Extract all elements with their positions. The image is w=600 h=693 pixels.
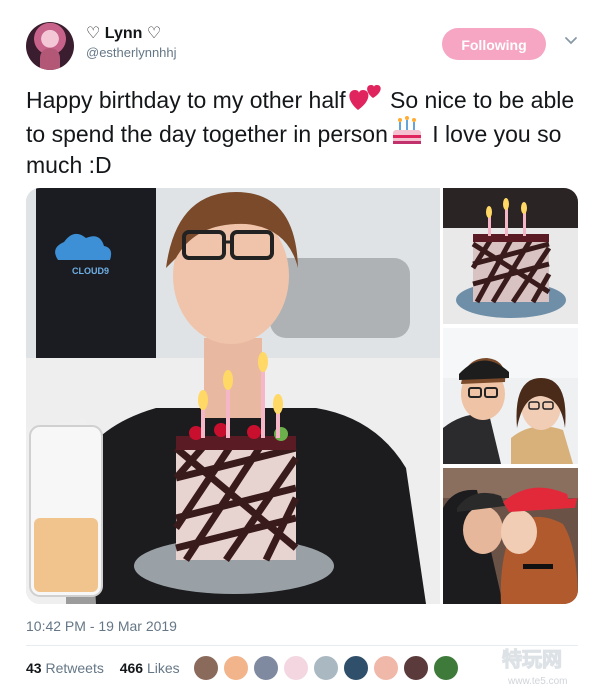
liker-avatar[interactable] bbox=[223, 655, 249, 681]
retweets-stat[interactable]: 43 Retweets bbox=[26, 660, 104, 676]
following-button[interactable]: Following bbox=[442, 28, 546, 60]
stats-divider bbox=[26, 645, 578, 646]
liker-avatar[interactable] bbox=[313, 655, 339, 681]
two-hearts-emoji-icon bbox=[348, 85, 381, 110]
birthday-photo: CLOUD9 bbox=[26, 188, 440, 604]
author-block[interactable]: ♡ Lynn ♡ @estherlynnhhj bbox=[86, 24, 177, 62]
liker-avatar[interactable] bbox=[193, 655, 219, 681]
tweet-text-part-1: Happy birthday to my other half bbox=[26, 87, 346, 113]
photo-main[interactable]: CLOUD9 bbox=[26, 188, 440, 604]
user-handle[interactable]: @estherlynnhhj bbox=[86, 44, 177, 62]
jersey-text: CLOUD9 bbox=[72, 266, 109, 276]
display-name[interactable]: ♡ Lynn ♡ bbox=[86, 24, 177, 44]
avatar[interactable] bbox=[26, 22, 74, 70]
cake-photo bbox=[443, 188, 578, 324]
photo-cake[interactable] bbox=[443, 188, 578, 324]
photo-selfie[interactable] bbox=[443, 328, 578, 464]
engagement-stats: 43 Retweets 466 Likes bbox=[26, 660, 192, 676]
media-grid: CLOUD9 bbox=[26, 188, 578, 604]
tweet-header: ♡ Lynn ♡ @estherlynnhhj Following bbox=[26, 20, 582, 72]
liker-avatar[interactable] bbox=[253, 655, 279, 681]
likes-label: Likes bbox=[146, 660, 180, 676]
watermark-logo: 特玩网 www.te5.com bbox=[502, 647, 568, 688]
liker-avatar[interactable] bbox=[403, 655, 429, 681]
kiss-photo bbox=[443, 468, 578, 604]
watermark-url: www.te5.com bbox=[507, 676, 567, 687]
watermark-text: 特玩网 bbox=[502, 647, 562, 671]
likes-count: 466 bbox=[119, 660, 144, 676]
birthday-cake-emoji-icon bbox=[392, 116, 421, 144]
liker-avatar[interactable] bbox=[433, 655, 459, 681]
liker-avatar[interactable] bbox=[283, 655, 309, 681]
liker-avatar[interactable] bbox=[343, 655, 369, 681]
chevron-down-icon[interactable] bbox=[564, 34, 578, 48]
retweets-label: Retweets bbox=[45, 660, 104, 676]
retweets-count: 43 bbox=[26, 660, 42, 676]
liker-avatar[interactable] bbox=[373, 655, 399, 681]
tweet-text: Happy birthday to my other half So nice … bbox=[26, 84, 582, 181]
selfie-photo bbox=[443, 328, 578, 464]
likes-stat[interactable]: 466 Likes bbox=[120, 660, 180, 676]
photo-kiss[interactable] bbox=[443, 468, 578, 604]
tweet-timestamp[interactable]: 10:42 PM - 19 Mar 2019 bbox=[26, 618, 177, 634]
